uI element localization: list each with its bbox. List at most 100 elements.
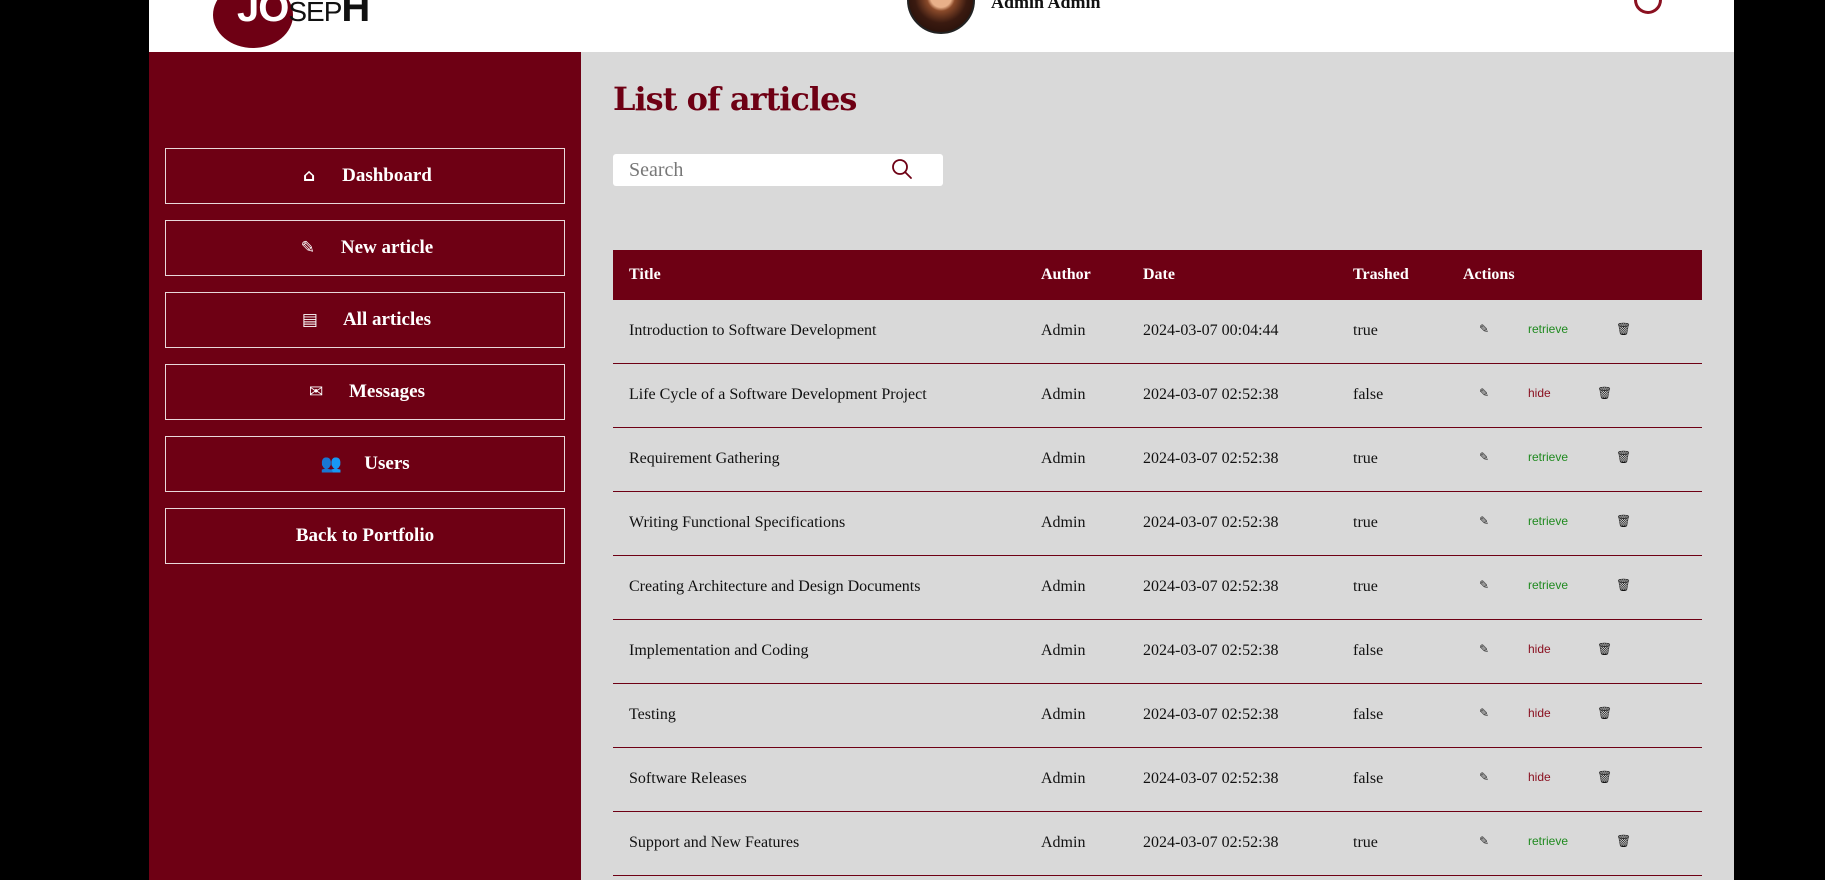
retrieve-button[interactable]: retrieve [1528,450,1568,464]
table-header: Title Author Date Trashed Actions [613,250,1702,300]
edit-icon[interactable]: ✎ [1479,578,1489,592]
sidebar-item-label: Back to Portfolio [295,525,435,546]
trash-icon[interactable]: 🗑 [1616,322,1631,336]
search-icon[interactable] [891,158,913,180]
logo-main: JO [237,0,289,30]
users-icon: 👥 [320,454,342,474]
logo-end: H [341,0,370,30]
cell-trashed: false [1353,770,1384,787]
retrieve-button[interactable]: retrieve [1528,322,1568,336]
page-title: List of articles [613,80,857,118]
edit-icon[interactable]: ✎ [1479,322,1489,336]
sidebar-item-dashboard[interactable]: ⌂ Dashboard [165,148,565,204]
cell-author: Admin [1041,514,1086,531]
cell-author: Admin [1041,834,1086,851]
trash-icon[interactable]: 🗑 [1616,514,1631,528]
cell-date: 2024-03-07 02:52:38 [1143,834,1279,851]
header-actions: Actions [1463,266,1515,283]
sidebar-item-all-articles[interactable]: ▤ All articles [165,292,565,348]
hide-button[interactable]: hide [1528,706,1551,720]
sidebar: ⌂ Dashboard ✎ New article ▤ All articles… [149,52,581,880]
retrieve-button[interactable]: retrieve [1528,578,1568,592]
trash-icon[interactable]: 🗑 [1597,386,1612,400]
cell-date: 2024-03-07 02:52:38 [1143,578,1279,595]
sidebar-item-label: New article [340,237,434,258]
retrieve-button[interactable]: retrieve [1528,514,1568,528]
cell-trashed: false [1353,386,1384,403]
avatar[interactable] [907,0,975,34]
sidebar-item-new-article[interactable]: ✎ New article [165,220,565,276]
cell-date: 2024-03-07 00:04:44 [1143,322,1279,339]
cell-title: Introduction to Software Development [629,322,877,339]
cell-title: Software Releases [629,770,747,787]
edit-icon[interactable]: ✎ [1479,770,1489,784]
cell-date: 2024-03-07 02:52:38 [1143,706,1279,723]
cell-trashed: true [1353,578,1378,595]
logout-icon[interactable] [1634,0,1662,14]
cell-date: 2024-03-07 02:52:38 [1143,642,1279,659]
trash-icon[interactable]: 🗑 [1597,642,1612,656]
logo-small: SEP [288,0,342,27]
cell-author: Admin [1041,642,1086,659]
table-row: Testing Admin 2024-03-07 02:52:38 false ✎ hid… [613,684,1702,748]
sidebar-item-users[interactable]: 👥 Users [165,436,565,492]
home-icon: ⌂ [303,166,316,186]
table-row: Introduction to Software Development Admi… [613,300,1702,364]
cell-title: Writing Functional Specifications [629,514,846,531]
app-frame: JOSEPH Admin Admin ⌂ Dashboard ✎ New art… [149,0,1734,880]
header-date: Date [1143,266,1175,283]
retrieve-button[interactable]: retrieve [1528,834,1568,848]
edit-icon[interactable]: ✎ [1479,706,1489,720]
hide-button[interactable]: hide [1528,386,1551,400]
table-row: Implementation and Coding Admin 2024-03-07… [613,620,1702,684]
search-input[interactable] [613,154,893,186]
trash-icon[interactable]: 🗑 [1616,834,1631,848]
cell-trashed: false [1353,706,1384,723]
user-name: Admin Admin [991,0,1101,12]
edit-icon[interactable]: ✎ [1479,514,1489,528]
table-row: Writing Functional Specifications Admin 20… [613,492,1702,556]
top-header: JOSEPH Admin Admin [149,0,1734,52]
cell-title: Life Cycle of a Software Development Pro… [629,386,927,403]
cell-author: Admin [1041,770,1086,787]
table-row: Life Cycle of a Software Development Pro… [613,364,1702,428]
cell-trashed: true [1353,322,1378,339]
edit-icon[interactable]: ✎ [1479,450,1489,464]
sidebar-item-label: All articles [342,309,432,330]
cell-date: 2024-03-07 02:52:38 [1143,514,1279,531]
trash-icon[interactable]: 🗑 [1616,578,1631,592]
sidebar-item-label: Users [364,453,410,474]
trash-icon[interactable]: 🗑 [1597,770,1612,784]
header-trashed: Trashed [1353,266,1409,283]
cell-trashed: true [1353,834,1378,851]
edit-icon[interactable]: ✎ [1479,834,1489,848]
sidebar-item-label: Messages [349,381,425,402]
logo-text: JOSEPH [237,0,370,31]
cell-date: 2024-03-07 02:52:38 [1143,450,1279,467]
cell-date: 2024-03-07 02:52:38 [1143,386,1279,403]
table-row: Creating Architecture and Design Documen… [613,556,1702,620]
cell-author: Admin [1041,706,1086,723]
trash-icon[interactable]: 🗑 [1616,450,1631,464]
trash-icon[interactable]: 🗑 [1597,706,1612,720]
header-author: Author [1041,266,1091,283]
cell-trashed: true [1353,450,1378,467]
table-row: Software Releases Admin 2024-03-07 02:52:3… [613,748,1702,812]
search-box [613,154,943,186]
book-icon: ▤ [301,310,318,330]
cell-author: Admin [1041,578,1086,595]
hide-button[interactable]: hide [1528,642,1551,656]
cell-title: Support and New Features [629,834,800,851]
cell-title: Requirement Gathering [629,450,780,467]
edit-icon[interactable]: ✎ [1479,642,1489,656]
envelope-icon: ✉ [308,382,324,402]
cell-author: Admin [1041,322,1086,339]
edit-icon[interactable]: ✎ [1479,386,1489,400]
cell-date: 2024-03-07 02:52:38 [1143,770,1279,787]
hide-button[interactable]: hide [1528,770,1551,784]
sidebar-item-back-to-portfolio[interactable]: Back to Portfolio [165,508,565,564]
cell-trashed: true [1353,514,1378,531]
table-body: Introduction to Software Development Admi… [613,300,1702,876]
sidebar-item-messages[interactable]: ✉ Messages [165,364,565,420]
cell-title: Testing [629,706,676,723]
